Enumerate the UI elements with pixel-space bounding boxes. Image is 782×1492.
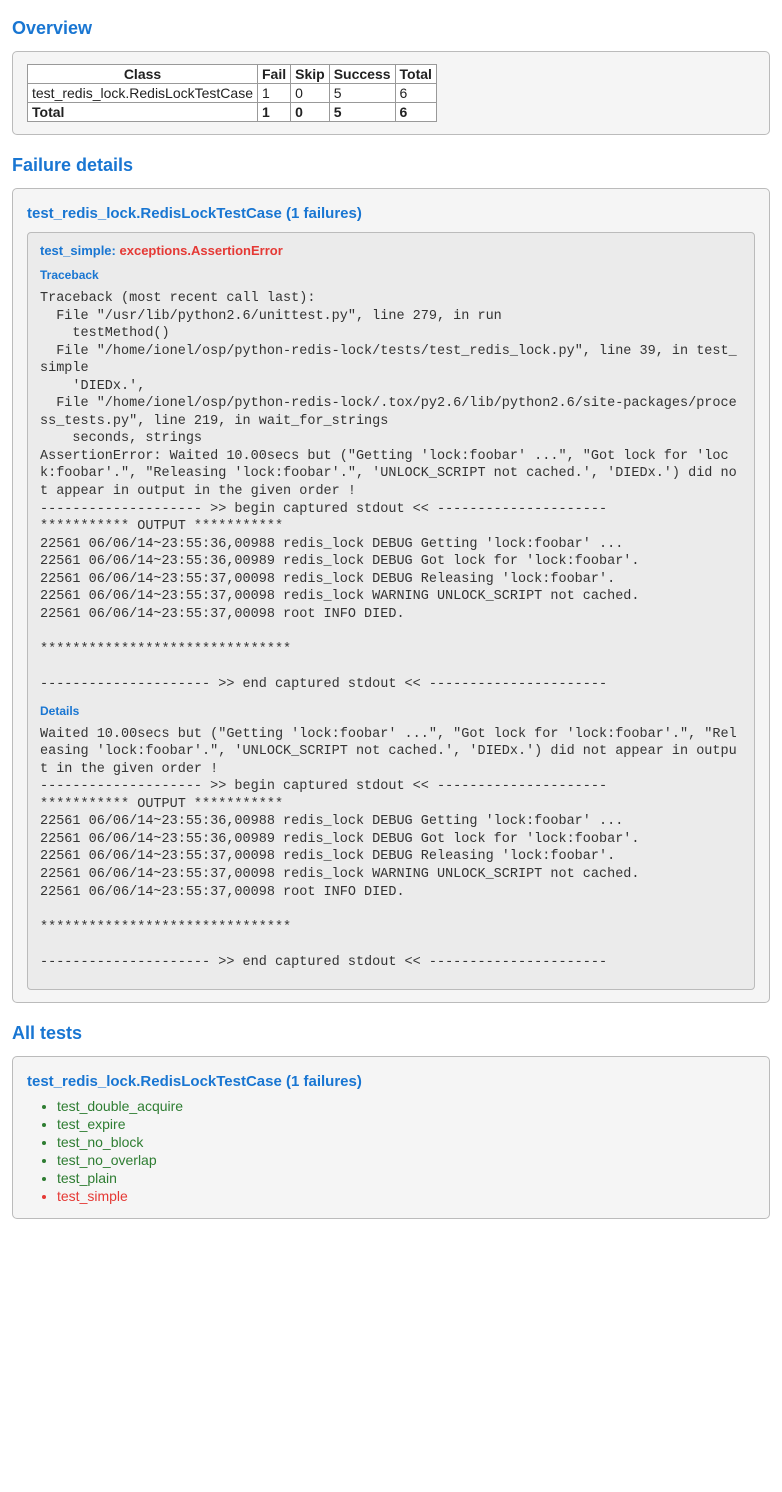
all-tests-panel: test_redis_lock.RedisLockTestCase (1 fai…	[12, 1056, 770, 1219]
details-label: Details	[40, 704, 742, 718]
traceback-text: Traceback (most recent call last): File …	[40, 290, 742, 694]
table-cell: 0	[291, 103, 330, 122]
table-cell: test_redis_lock.RedisLockTestCase	[28, 84, 258, 103]
traceback-label: Traceback	[40, 268, 742, 282]
th-skip: Skip	[291, 65, 330, 84]
failure-panel: test_redis_lock.RedisLockTestCase (1 fai…	[12, 188, 770, 1003]
failure-error-type: exceptions.AssertionError	[120, 243, 283, 258]
failure-heading: Failure details	[12, 155, 770, 176]
details-text: Waited 10.00secs but ("Getting 'lock:foo…	[40, 726, 742, 972]
all-tests-heading: All tests	[12, 1023, 770, 1044]
failure-inner-panel: test_simple: exceptions.AssertionError T…	[27, 232, 755, 990]
table-row: test_redis_lock.RedisLockTestCase1056	[28, 84, 437, 103]
list-item[interactable]: test_double_acquire	[57, 1098, 755, 1114]
list-item[interactable]: test_expire	[57, 1116, 755, 1132]
list-item[interactable]: test_plain	[57, 1170, 755, 1186]
failure-test-line: test_simple: exceptions.AssertionError	[40, 243, 742, 258]
list-item[interactable]: test_no_overlap	[57, 1152, 755, 1168]
table-cell: 1	[258, 103, 291, 122]
th-class: Class	[28, 65, 258, 84]
overview-panel: Class Fail Skip Success Total test_redis…	[12, 51, 770, 135]
th-fail: Fail	[258, 65, 291, 84]
table-cell: 5	[329, 84, 395, 103]
table-cell: 1	[258, 84, 291, 103]
overview-heading: Overview	[12, 18, 770, 39]
list-item[interactable]: test_no_block	[57, 1134, 755, 1150]
list-item[interactable]: test_simple	[57, 1188, 755, 1204]
table-cell: 6	[395, 103, 436, 122]
failure-suite-title[interactable]: test_redis_lock.RedisLockTestCase (1 fai…	[27, 205, 755, 222]
tests-list: test_double_acquire test_expire test_no_bl…	[27, 1098, 755, 1204]
summary-table: Class Fail Skip Success Total test_redis…	[27, 64, 437, 122]
th-total: Total	[395, 65, 436, 84]
table-cell: 6	[395, 84, 436, 103]
all-tests-suite-title[interactable]: test_redis_lock.RedisLockTestCase (1 fai…	[27, 1073, 755, 1090]
table-row: Total1056	[28, 103, 437, 122]
table-cell: Total	[28, 103, 258, 122]
table-cell: 0	[291, 84, 330, 103]
th-success: Success	[329, 65, 395, 84]
table-cell: 5	[329, 103, 395, 122]
failure-test-name: test_simple:	[40, 243, 116, 258]
